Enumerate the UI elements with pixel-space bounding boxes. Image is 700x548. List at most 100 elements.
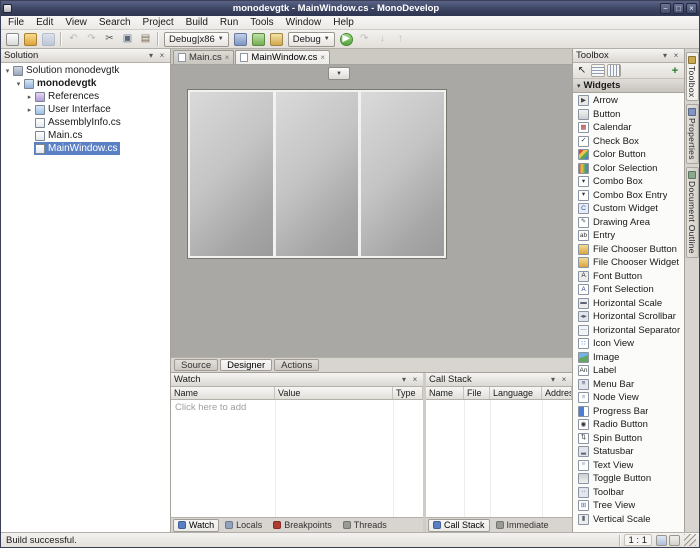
titlebar[interactable]: monodevgtk - MainWindow.cs - MonoDevelop… [1, 1, 699, 16]
menu-item[interactable]: View [59, 17, 93, 28]
toolbox-item[interactable]: ▶ Arrow [573, 94, 684, 108]
column-header[interactable]: Value [275, 387, 393, 399]
redo-button[interactable]: ↷ [83, 31, 100, 47]
toolbox-item[interactable]: ▦ Calendar [573, 121, 684, 135]
column-header[interactable]: Name [426, 387, 464, 399]
tree-item-user-interface[interactable]: ▸ User Interface [1, 103, 170, 116]
column-header[interactable]: Name [171, 387, 275, 399]
tree-item-project[interactable]: ▾ monodevgtk [1, 77, 170, 90]
deploy-button[interactable] [250, 31, 267, 47]
toolbox-item[interactable]: Color Button [573, 148, 684, 162]
side-tab-document-outline[interactable]: Document Outline [686, 167, 699, 258]
toolbox-item[interactable]: ▾ Combo Box Entry [573, 189, 684, 203]
run-debug-button[interactable]: ▶ [338, 31, 355, 47]
debug-target-combo[interactable]: Debug ▼ [288, 32, 335, 47]
menu-item[interactable]: Tools [244, 17, 279, 28]
auto-hide-button[interactable]: ▾ [548, 375, 558, 385]
design-panel-1[interactable] [190, 92, 273, 256]
maximize-button[interactable]: □ [673, 3, 684, 14]
close-tab-icon[interactable]: × [320, 53, 325, 62]
copy-button[interactable]: ▣ [119, 31, 136, 47]
toolbox-item[interactable]: ∷ Icon View [573, 337, 684, 351]
toolbox-item[interactable]: A Font Button [573, 270, 684, 284]
auto-hide-button[interactable]: ▾ [146, 51, 156, 61]
categorized-view-button[interactable] [591, 64, 605, 77]
watch-content[interactable]: Click here to add [171, 400, 423, 517]
close-pad-button[interactable]: × [671, 51, 681, 61]
auto-hide-button[interactable]: ▾ [660, 51, 670, 61]
step-into-button[interactable]: ↓ [374, 31, 391, 47]
toolbox-item[interactable]: ≡ Menu Bar [573, 378, 684, 392]
tab-locals[interactable]: Locals [220, 519, 267, 532]
toolbox-item[interactable]: File Chooser Button [573, 243, 684, 257]
watch-add-placeholder[interactable]: Click here to add [175, 402, 246, 413]
tasks-icon[interactable] [656, 535, 667, 546]
menu-item[interactable]: File [2, 17, 30, 28]
paste-button[interactable]: ▤ [137, 31, 154, 47]
design-panel-2[interactable] [276, 92, 359, 256]
tree-item-references[interactable]: ▸ References [1, 90, 170, 103]
toolbox-item[interactable]: C Custom Widget [573, 202, 684, 216]
expander-icon[interactable]: ▾ [3, 67, 12, 75]
editor-tab-main[interactable]: Main.cs × [173, 50, 234, 64]
toolbox-item[interactable]: A Font Selection [573, 283, 684, 297]
tab-immediate[interactable]: Immediate [491, 519, 554, 532]
tree-item-mainwindow[interactable]: MainWindow.cs [1, 142, 170, 155]
save-button[interactable] [40, 31, 57, 47]
close-pad-button[interactable]: × [157, 51, 167, 61]
close-pad-button[interactable]: × [410, 375, 420, 385]
tree-item-main[interactable]: Main.cs [1, 129, 170, 142]
toolbox-item[interactable]: ✓ Check Box [573, 135, 684, 149]
menu-item[interactable]: Help [327, 17, 360, 28]
step-over-button[interactable]: ↷ [356, 31, 373, 47]
column-header[interactable]: File [464, 387, 490, 399]
menu-item[interactable]: Project [137, 17, 180, 28]
auto-hide-button[interactable]: ▾ [399, 375, 409, 385]
callstack-content[interactable] [426, 400, 572, 517]
build-button[interactable] [232, 31, 249, 47]
toolbox-item[interactable]: Image [573, 351, 684, 365]
column-header[interactable]: Address [542, 387, 572, 399]
minimize-button[interactable]: − [660, 3, 671, 14]
toolbox-item[interactable]: ✎ Drawing Area [573, 216, 684, 230]
widget-selector-combo[interactable]: ▼ [328, 67, 350, 80]
toolbox-item[interactable]: ⊞ Tree View [573, 499, 684, 513]
step-out-button[interactable]: ↑ [392, 31, 409, 47]
side-tab-properties[interactable]: Properties [686, 104, 699, 164]
column-header[interactable]: Language [490, 387, 542, 399]
toolbox-item[interactable]: ∙∙ Toolbar [573, 486, 684, 500]
toolbox-item[interactable]: Button [573, 108, 684, 122]
tab-callstack[interactable]: Call Stack [428, 519, 490, 532]
column-header[interactable]: Type [393, 387, 423, 399]
editor-tab-mainwindow[interactable]: MainWindow.cs × [235, 50, 330, 64]
toolbox-item[interactable]: ≡ Text View [573, 459, 684, 473]
toolbox-item[interactable]: ▬ Horizontal Scale [573, 297, 684, 311]
tree-item-solution[interactable]: ▾ Solution monodevgtk [1, 64, 170, 77]
design-panel-3[interactable] [361, 92, 444, 256]
undo-button[interactable]: ↶ [65, 31, 82, 47]
toolbox-item[interactable]: Color Selection [573, 162, 684, 176]
toolbox-item[interactable]: File Chooser Widget [573, 256, 684, 270]
tree-item-assemblyinfo[interactable]: AssemblyInfo.cs [1, 116, 170, 129]
configuration-combo[interactable]: Debug|x86 ▼ [164, 32, 229, 47]
design-root-window[interactable] [187, 89, 447, 259]
pointer-tool-button[interactable]: ↖ [575, 64, 589, 77]
cut-button[interactable]: ✂ [101, 31, 118, 47]
toolbox-item[interactable]: ◂▸ Horizontal Scrollbar [573, 310, 684, 324]
tab-threads[interactable]: Threads [338, 519, 392, 532]
expander-icon[interactable]: ▸ [25, 106, 34, 114]
tab-breakpoints[interactable]: Breakpoints [268, 519, 337, 532]
tab-watch[interactable]: Watch [173, 519, 219, 532]
list-view-button[interactable] [607, 64, 621, 77]
status-notification-icon[interactable] [669, 535, 680, 546]
menu-item[interactable]: Window [280, 17, 328, 28]
resize-grip[interactable] [684, 534, 696, 546]
menu-item[interactable]: Edit [30, 17, 59, 28]
new-file-button[interactable] [4, 31, 21, 47]
add-widgets-button[interactable]: + [668, 64, 682, 77]
toolbox-item[interactable]: ⇅ Spin Button [573, 432, 684, 446]
toolbox-item[interactable]: An Label [573, 364, 684, 378]
toolbox-item[interactable]: ≡ Node View [573, 391, 684, 405]
toolbox-item[interactable]: ▾ Combo Box [573, 175, 684, 189]
toolbox-item[interactable]: ab Entry [573, 229, 684, 243]
